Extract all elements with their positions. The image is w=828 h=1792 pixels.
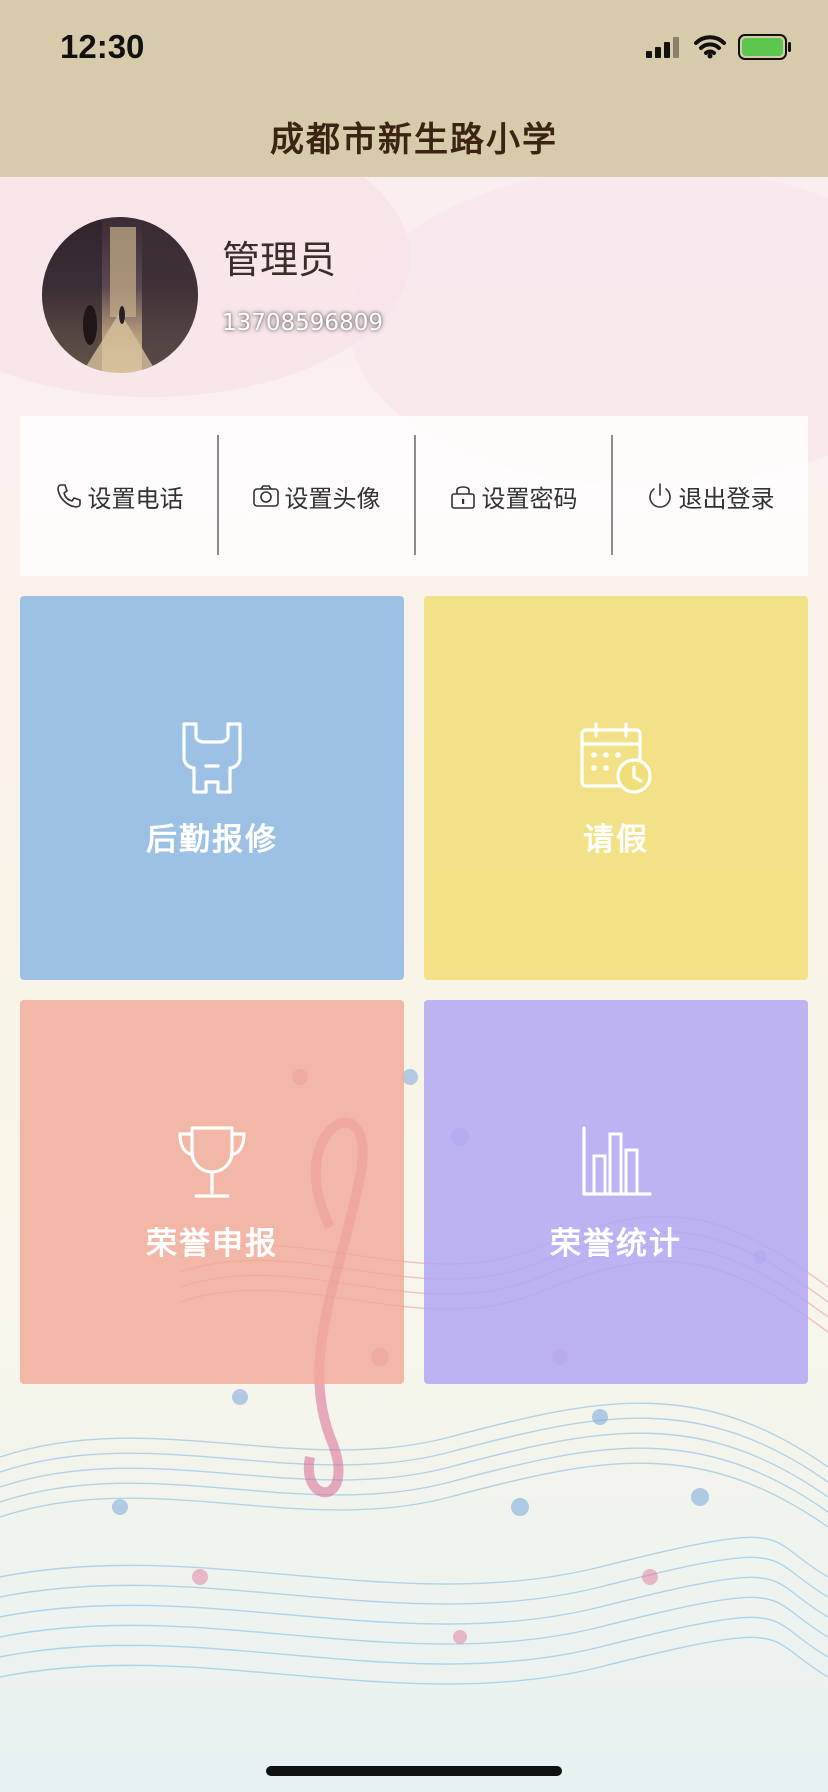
logout-label: 退出登录 [678, 484, 775, 513]
status-bar: 12:30 [0, 0, 828, 95]
status-icons [646, 34, 792, 60]
user-phone: 13708596809 [222, 310, 383, 336]
page-title: 成都市新生路小学 [270, 119, 558, 160]
set-phone-button[interactable]: 设置电话 [20, 416, 217, 576]
tile-honor-statistics[interactable]: 荣誉统计 [424, 1000, 808, 1384]
trophy-icon [178, 1125, 246, 1198]
power-icon [648, 483, 671, 508]
camera-icon [252, 485, 279, 507]
user-name: 管理员 [222, 238, 337, 282]
account-actions: 设置电话 设置头像 设置密码 退出登录 [20, 416, 808, 576]
tile-maintenance-repair[interactable]: 后勤报修 [20, 596, 404, 980]
wifi-icon [694, 35, 726, 59]
bar-chart-icon [582, 1125, 652, 1196]
status-time: 12:30 [60, 28, 145, 65]
set-avatar-button[interactable]: 设置头像 [217, 416, 414, 576]
wrench-icon [182, 721, 242, 794]
tile-honor-application-label: 荣誉申报 [146, 1225, 278, 1262]
nav-bar: 成都市新生路小学 [0, 95, 828, 178]
lock-icon [450, 486, 475, 509]
cellular-signal-icon [646, 37, 679, 58]
tile-maintenance-label: 后勤报修 [146, 821, 278, 858]
set-avatar-label: 设置头像 [284, 484, 381, 513]
phone-icon [56, 484, 81, 508]
avatar[interactable] [42, 217, 198, 373]
home-indicator[interactable] [266, 1766, 562, 1776]
tile-leave-request[interactable]: 请假 [424, 596, 808, 980]
battery-icon [738, 34, 791, 60]
tile-honor-application[interactable]: 荣誉申报 [20, 1000, 404, 1384]
calendar-clock-icon [580, 721, 652, 794]
set-password-button[interactable]: 设置密码 [414, 416, 611, 576]
tile-honor-statistics-label: 荣誉统计 [550, 1225, 682, 1262]
set-phone-label: 设置电话 [87, 484, 184, 513]
set-password-label: 设置密码 [481, 484, 578, 513]
logout-button[interactable]: 退出登录 [611, 416, 808, 576]
tile-leave-label: 请假 [583, 821, 649, 858]
